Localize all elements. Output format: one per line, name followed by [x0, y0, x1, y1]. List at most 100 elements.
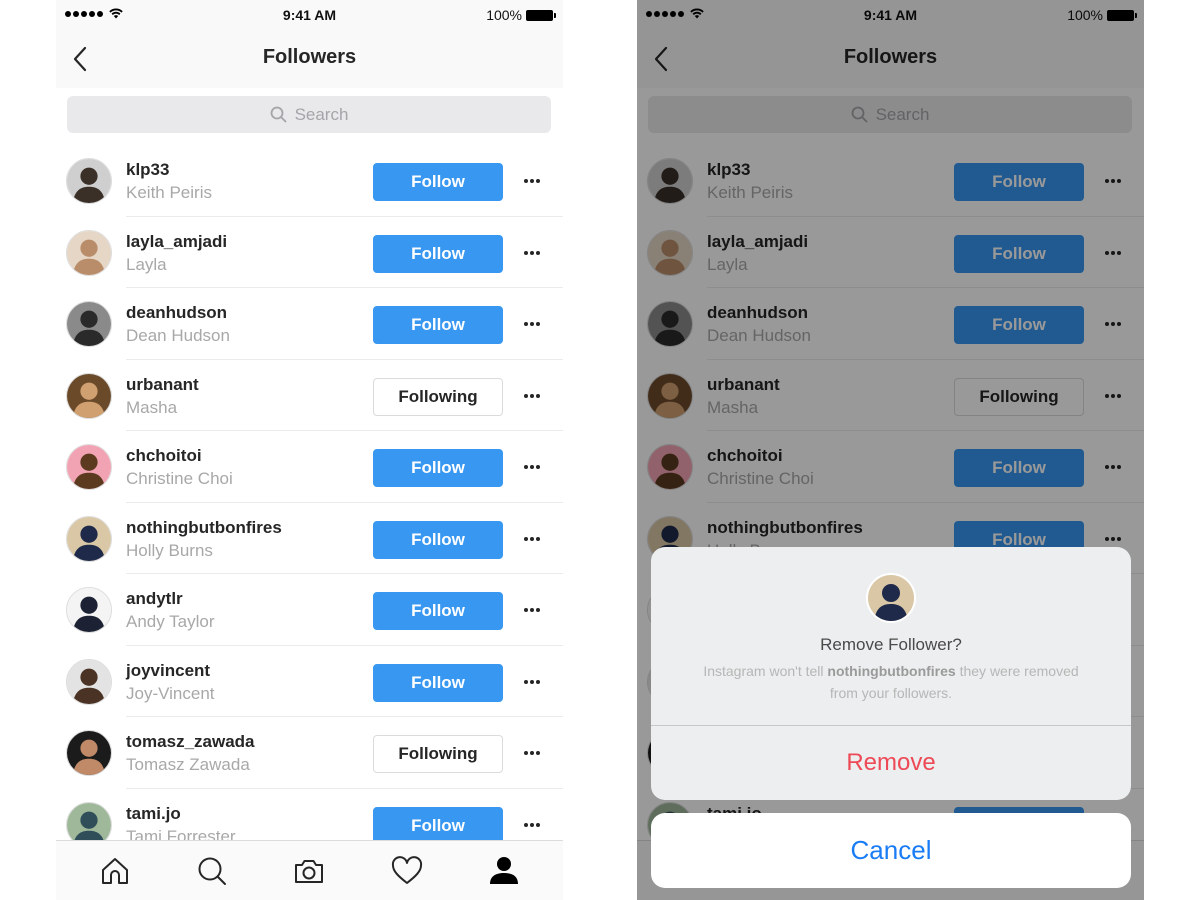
avatar-image [67, 159, 111, 203]
more-horizontal-icon [524, 679, 528, 684]
username[interactable]: andytlr [126, 589, 183, 609]
full-name: Masha [126, 397, 178, 417]
battery-icon [526, 9, 556, 21]
more-options-button[interactable] [522, 674, 542, 690]
avatar[interactable] [66, 444, 112, 490]
avatar[interactable] [66, 158, 112, 204]
follow-button[interactable]: Follow [373, 306, 503, 344]
nav-bar: Followers [56, 30, 563, 88]
more-horizontal-icon [524, 465, 528, 469]
camera-icon [295, 859, 324, 883]
follower-row[interactable]: urbanant Masha Following [56, 360, 563, 431]
followers-screen-with-sheet: 9:41 AM 100% Followers Search klp33 Keith… [637, 0, 1144, 900]
follow-button[interactable]: Follow [373, 234, 503, 273]
full-name: Dean Hudson [126, 326, 230, 345]
follow-button[interactable]: Follow [373, 806, 503, 845]
more-horizontal-icon [524, 536, 528, 541]
follower-row[interactable]: deanhudson Dean Hudson Follow [56, 288, 563, 360]
follow-button[interactable]: Follow [373, 520, 503, 559]
tab-home[interactable] [95, 851, 135, 891]
avatar-image [67, 588, 111, 632]
avatar[interactable] [66, 515, 112, 562]
back-button[interactable] [70, 44, 94, 74]
avatar-image [67, 731, 111, 775]
username[interactable]: deanhudson [126, 303, 227, 323]
more-options-button[interactable] [522, 388, 542, 404]
sheet-title: Remove Follower? [820, 635, 962, 654]
sheet-avatar [866, 573, 916, 623]
follower-row[interactable]: klp33 Keith Peiris Follow [56, 145, 563, 217]
username[interactable]: chchoitoi [126, 446, 202, 466]
sheet-message: Instagram won't tell nothingbutbonfires … [691, 660, 1091, 704]
home-icon [101, 857, 128, 884]
avatar[interactable] [66, 658, 112, 705]
more-horizontal-icon [524, 322, 528, 326]
sheet-message-prefix: Instagram won't tell [703, 663, 828, 679]
tab-activity[interactable] [387, 851, 427, 891]
avatar[interactable] [66, 730, 112, 776]
chevron-left-icon [73, 46, 87, 72]
tab-profile[interactable] [484, 851, 524, 891]
avatar[interactable] [66, 229, 112, 276]
follower-row[interactable]: nothingbutbonfiresHolly Burns Follow [56, 503, 563, 574]
username[interactable]: joyvincent [126, 661, 210, 681]
heart-icon [391, 855, 422, 884]
follower-row[interactable]: tomasz_zawada Tomasz Zawada Following [56, 717, 563, 789]
tab-camera[interactable] [289, 851, 329, 891]
more-options-button[interactable] [522, 745, 542, 761]
follower-row[interactable]: layla_amjadi Layla Follow [56, 217, 563, 288]
username[interactable]: nothingbutbonfires [126, 518, 282, 538]
more-options-button[interactable] [522, 817, 542, 833]
more-options-button[interactable] [522, 245, 542, 261]
username[interactable]: tami.jo [126, 804, 181, 824]
follow-button[interactable]: Follow [373, 163, 503, 201]
sheet-message-username: nothingbutbonfires [827, 663, 956, 679]
full-name: Christine Choi [126, 469, 233, 488]
more-options-button[interactable] [522, 173, 542, 189]
avatar-image [67, 516, 111, 561]
followers-screen: 9:41 AM 100% Followers Search klp33 Keith… [56, 0, 563, 900]
more-horizontal-icon [524, 250, 528, 255]
avatar-image [67, 659, 111, 704]
avatar-image [67, 373, 111, 418]
avatar-image [67, 302, 111, 346]
more-options-button[interactable] [522, 459, 542, 475]
page-title: Followers [262, 46, 357, 68]
follower-row[interactable]: chchoitoi Christine Choi Follow [56, 431, 563, 503]
follower-row[interactable]: joyvincentJoy-Vincent Follow [56, 646, 563, 717]
more-horizontal-icon [524, 822, 528, 827]
profile-icon [490, 856, 519, 884]
username[interactable]: urbanant [126, 375, 199, 395]
more-options-button[interactable] [522, 602, 542, 618]
remove-button[interactable]: Remove [651, 726, 1131, 800]
full-name: Andy Taylor [126, 612, 215, 631]
full-name: Joy-Vincent [126, 683, 215, 703]
search-input[interactable]: Search [67, 96, 551, 133]
follow-button[interactable]: Follow [373, 449, 503, 487]
username[interactable]: klp33 [126, 160, 169, 180]
avatar[interactable] [66, 587, 112, 633]
following-button[interactable]: Following [373, 377, 503, 416]
more-horizontal-icon [524, 751, 528, 755]
search-icon [270, 106, 286, 123]
avatar[interactable] [66, 301, 112, 347]
more-options-button[interactable] [522, 531, 542, 547]
more-horizontal-icon [524, 608, 528, 612]
cancel-button[interactable]: Cancel [651, 813, 1131, 888]
tab-search[interactable] [192, 851, 232, 891]
avatar-image [67, 445, 111, 489]
more-options-button[interactable] [522, 316, 542, 332]
status-bar: 9:41 AM 100% [56, 0, 563, 30]
search-placeholder: Search [294, 104, 349, 124]
username[interactable]: tomasz_zawada [126, 732, 255, 752]
following-button[interactable]: Following [373, 735, 503, 773]
full-name: Keith Peiris [126, 183, 212, 202]
follow-button[interactable]: Follow [373, 663, 503, 702]
full-name: Holly Burns [126, 540, 213, 560]
follow-button[interactable]: Follow [373, 592, 503, 630]
avatar[interactable] [66, 372, 112, 419]
followers-list: klp33 Keith Peiris Follow layla_amjadi Layla… [56, 145, 563, 860]
follower-row[interactable]: andytlr Andy Taylor Follow [56, 574, 563, 646]
tab-bar [56, 840, 563, 900]
username[interactable]: layla_amjadi [126, 232, 227, 252]
